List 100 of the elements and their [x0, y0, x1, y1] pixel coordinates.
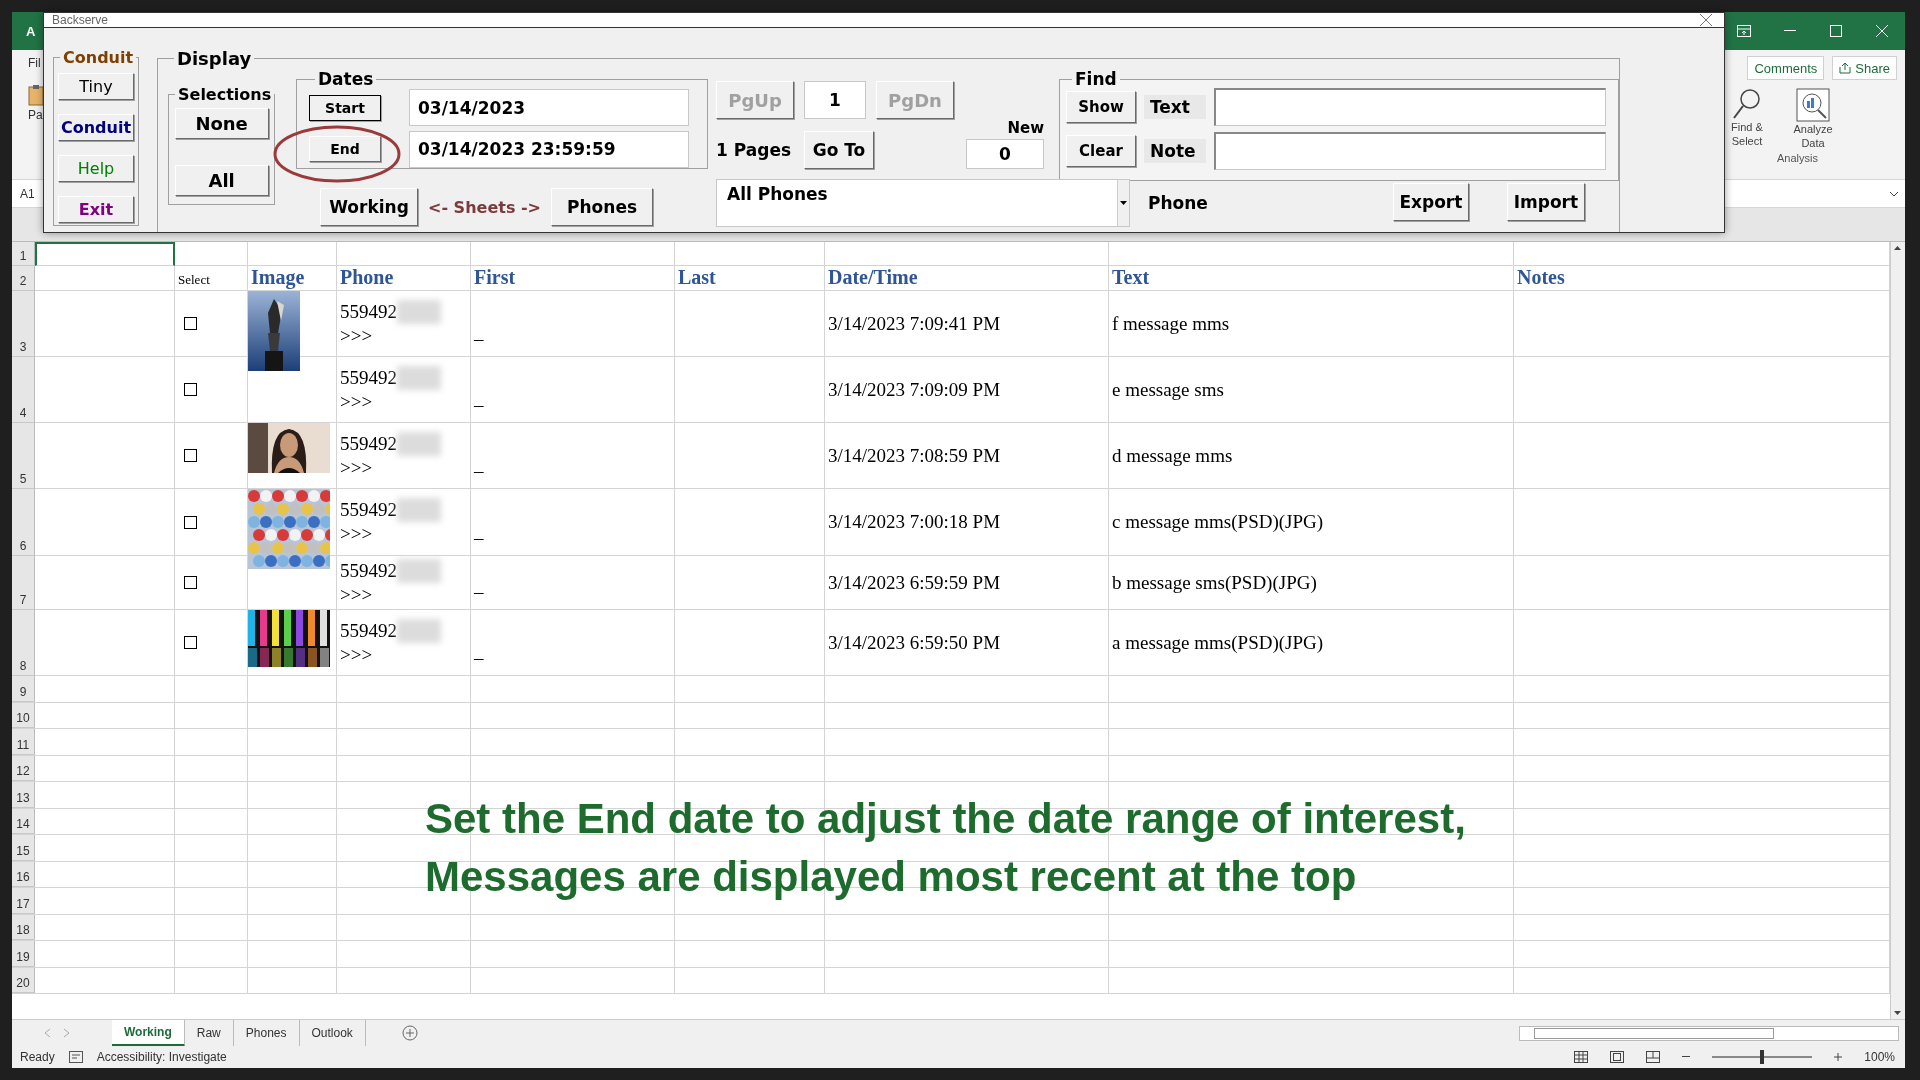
scroll-thumb[interactable]	[1534, 1027, 1774, 1039]
find-select-label[interactable]: Select	[1731, 134, 1763, 148]
export-button[interactable]: Export	[1392, 183, 1469, 221]
row-number[interactable]: 14	[12, 808, 35, 834]
select-checkbox[interactable]	[184, 383, 197, 396]
row-number[interactable]: 18	[12, 914, 35, 940]
normal-view-icon[interactable]	[1574, 1051, 1589, 1063]
new-count-label: New	[1007, 119, 1044, 137]
macro-icon[interactable]	[68, 1051, 83, 1063]
first-name-cell: _	[474, 454, 484, 476]
row-number[interactable]: 7	[12, 556, 35, 610]
search-icon[interactable]	[1732, 88, 1762, 120]
row-number[interactable]: 4	[12, 357, 35, 423]
close-icon[interactable]	[1700, 14, 1712, 26]
phones-sheet-button[interactable]: Phones	[551, 188, 654, 226]
active-cell[interactable]	[35, 242, 175, 266]
message-text-cell: c message mms(PSD)(JPG)	[1112, 511, 1324, 533]
select-checkbox[interactable]	[184, 576, 197, 589]
selection-button[interactable]: All	[174, 165, 269, 196]
sheet-tab[interactable]: Working	[112, 1019, 185, 1047]
file-menu[interactable]: Fil	[28, 56, 41, 70]
page-layout-icon[interactable]	[1610, 1051, 1625, 1063]
more-link[interactable]: >>>	[340, 582, 373, 607]
accessibility-status[interactable]: Accessibility: Investigate	[96, 1050, 227, 1064]
start-date-field[interactable]: 03/14/2023	[409, 89, 689, 127]
zoom-level[interactable]: 100%	[1864, 1050, 1895, 1064]
row-number[interactable]: 12	[12, 755, 35, 781]
menu-button[interactable]: Conduit	[58, 114, 134, 141]
horizontal-scrollbar[interactable]	[1519, 1025, 1899, 1041]
zoom-slider[interactable]	[1712, 1050, 1813, 1064]
analyze-data-icon[interactable]	[1796, 88, 1830, 122]
clipboard-icon[interactable]	[28, 84, 44, 106]
show-button[interactable]: Show	[1066, 91, 1136, 123]
phone-label: Phone	[1148, 193, 1208, 213]
annotation-text: Messages are displayed most recent at the top	[425, 852, 1358, 902]
row-number[interactable]: 8	[12, 610, 35, 676]
expand-caret-icon[interactable]	[1889, 190, 1899, 197]
frame-legend: Conduit	[60, 48, 137, 67]
dropdown-caret-icon[interactable]	[1120, 201, 1127, 205]
redaction-blur	[397, 365, 441, 390]
clear-button[interactable]: Clear	[1066, 135, 1136, 167]
zoom-slider-thumb[interactable]	[1760, 1050, 1765, 1064]
first-name-cell: _	[474, 641, 484, 663]
row-number[interactable]: 19	[12, 941, 35, 967]
menu-button[interactable]: Tiny	[58, 73, 134, 100]
page-break-icon[interactable]	[1646, 1051, 1661, 1063]
select-checkbox[interactable]	[184, 515, 197, 529]
row-number[interactable]: 9	[12, 676, 35, 702]
name-box[interactable]: A1	[20, 186, 35, 201]
first-name-cell: _	[474, 322, 484, 344]
analyze-data-label[interactable]: Analyze	[1793, 122, 1833, 136]
phone-dropdown[interactable]: All Phones	[716, 179, 1130, 227]
phone-number: 559492	[340, 431, 397, 456]
row-number[interactable]: 13	[12, 782, 35, 808]
row-number[interactable]: 1	[12, 242, 35, 266]
comments-button[interactable]: Comments	[1747, 56, 1825, 80]
row-number[interactable]: 16	[12, 861, 35, 887]
more-link[interactable]: >>>	[340, 642, 373, 667]
row-number[interactable]: 15	[12, 835, 35, 861]
row-number[interactable]: 11	[12, 729, 35, 755]
dropdown-button[interactable]	[1117, 180, 1129, 226]
note-search-field[interactable]	[1214, 132, 1606, 170]
phone-number: 559492	[340, 299, 397, 324]
menu-button[interactable]: Exit	[58, 196, 134, 223]
menu-button[interactable]: Help	[58, 155, 134, 182]
ribbon-group-label: Analysis	[1777, 152, 1819, 164]
row-number[interactable]: 17	[12, 888, 35, 914]
selection-button[interactable]: None	[174, 108, 269, 139]
share-button[interactable]: Share	[1832, 56, 1897, 80]
find-select-label[interactable]: Find &	[1731, 120, 1763, 134]
more-link[interactable]: >>>	[340, 455, 373, 480]
more-link[interactable]: >>>	[340, 389, 373, 414]
column-heading: First	[474, 266, 516, 289]
select-checkbox[interactable]	[184, 317, 197, 330]
go-to-button[interactable]: Go To	[804, 131, 874, 169]
zoom-in-icon[interactable]	[1834, 1053, 1843, 1061]
end-date-button[interactable]: End	[309, 136, 381, 163]
row-number[interactable]: 20	[12, 967, 35, 993]
add-sheet-icon[interactable]	[401, 1025, 418, 1041]
new-count-field[interactable]: 0	[966, 139, 1044, 169]
select-checkbox[interactable]	[184, 636, 197, 649]
text-search-field[interactable]	[1214, 88, 1606, 126]
page-number-field[interactable]: 1	[804, 81, 866, 119]
analyze-data-label[interactable]: Data	[1801, 136, 1825, 150]
start-date-button[interactable]: Start	[309, 94, 381, 121]
working-sheet-button[interactable]: Working	[320, 188, 418, 226]
row-number[interactable]: 2	[12, 266, 35, 291]
message-text-cell: f message mms	[1112, 312, 1230, 335]
import-button[interactable]: Import	[1506, 183, 1585, 221]
row-number[interactable]: 6	[12, 489, 35, 556]
more-link[interactable]: >>>	[340, 323, 373, 348]
more-link[interactable]: >>>	[340, 522, 373, 546]
row-number[interactable]: 5	[12, 423, 35, 489]
autosave-label: A	[26, 23, 36, 39]
row-number[interactable]: 10	[12, 702, 35, 728]
column-heading: Text	[1112, 266, 1150, 289]
select-checkbox[interactable]	[184, 449, 197, 462]
paste-label[interactable]: Pa	[28, 108, 43, 122]
end-date-field[interactable]: 03/14/2023 23:59:59	[409, 130, 689, 168]
row-number[interactable]: 3	[12, 291, 35, 357]
